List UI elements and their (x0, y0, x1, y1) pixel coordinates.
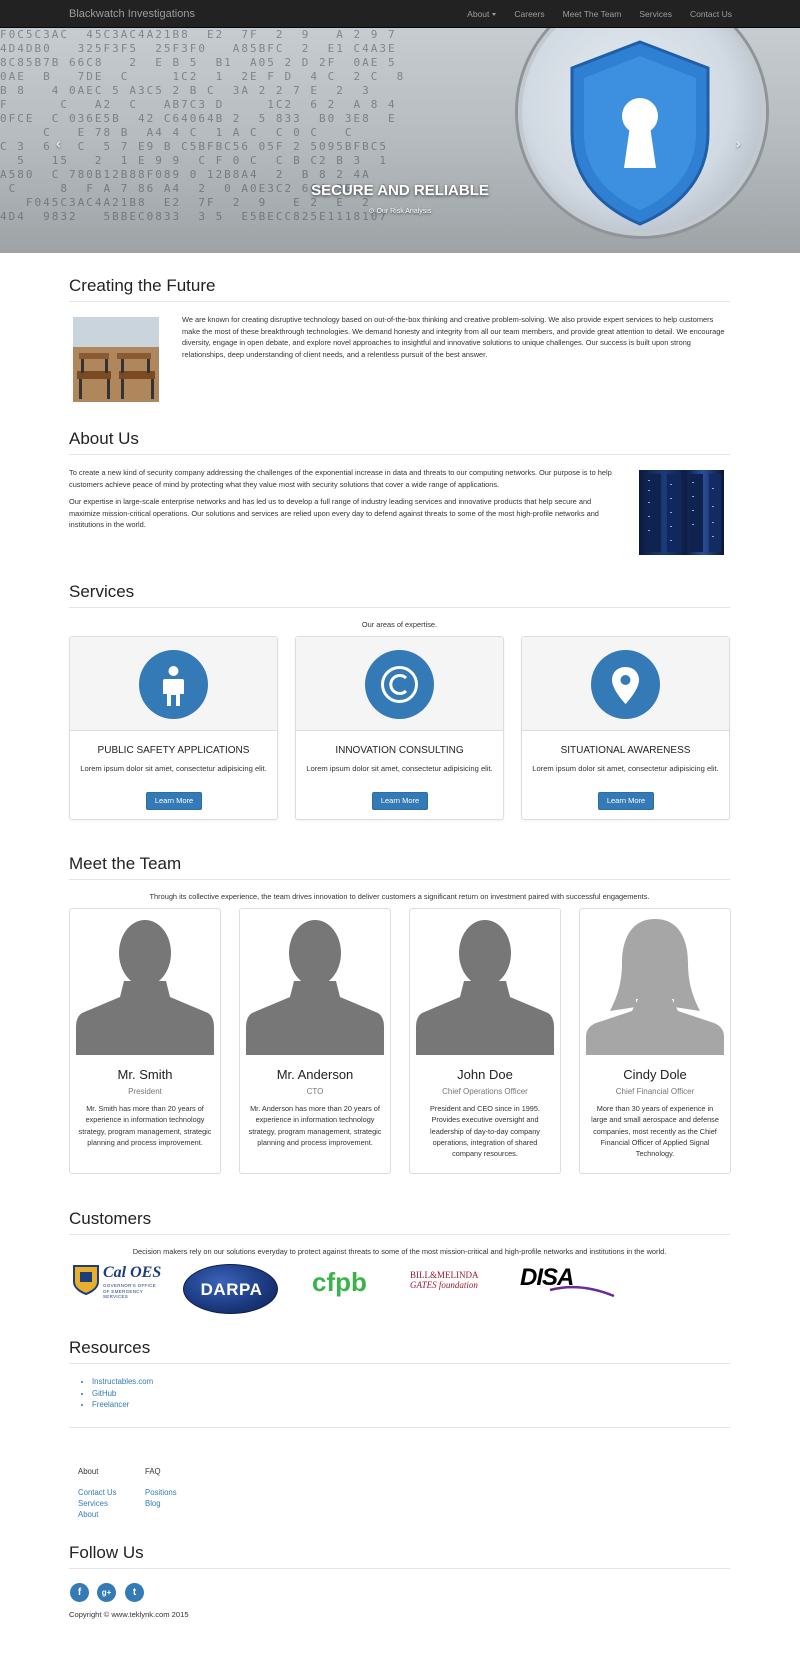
carousel-next-button[interactable]: › (736, 135, 741, 151)
customers-subtitle: Decision makers rely on our solutions ev… (132, 1247, 667, 1256)
resources-heading: Resources (69, 1338, 151, 1357)
service-title: SITUATIONAL AWARENESS (560, 745, 691, 756)
cfpb-logo: cfpb (312, 1267, 367, 1297)
team-member-bio: Mr. Smith has more than 20 years of expe… (78, 1104, 212, 1147)
team-member-card: John Doe Chief Operations Officer Presid… (409, 908, 561, 1174)
facebook-icon[interactable]: f (70, 1583, 89, 1602)
about-paragraph-1: To create a new kind of security company… (69, 468, 612, 489)
navbar: Blackwatch Investigations About Careers … (0, 0, 800, 28)
footer-link-about[interactable]: About (78, 1509, 98, 1521)
service-card: INNOVATION CONSULTING Lorem ipsum dolor … (295, 636, 504, 820)
resource-link[interactable]: GitHub (92, 1388, 153, 1400)
footer-link-services[interactable]: Services (78, 1498, 108, 1510)
male-avatar-icon (246, 920, 384, 1055)
service-title: INNOVATION CONSULTING (335, 745, 464, 756)
team-member-role: President (128, 1087, 162, 1096)
future-heading: Creating the Future (69, 276, 216, 295)
server-room-image (639, 470, 724, 555)
services-heading: Services (69, 582, 135, 601)
cal-oes-logo: Cal OES GOVERNOR'S OFFICE OF EMERGENCY S… (72, 1264, 166, 1299)
google-plus-icon[interactable]: g+ (97, 1583, 116, 1602)
team-member-role: CTO (306, 1087, 324, 1096)
service-card: SITUATIONAL AWARENESS Lorem ipsum dolor … (521, 636, 730, 820)
team-member-card: Cindy Dole Chief Financial Officer More … (579, 908, 731, 1174)
footer-link-blog[interactable]: Blog (145, 1498, 161, 1510)
learn-more-button[interactable]: Learn More (372, 792, 428, 810)
map-marker-icon (591, 650, 660, 719)
hero-carousel: F0C5C3AC 45C3AC4A21B8 E2 7F 2 9 A 2 9 7 … (0, 28, 800, 253)
team-member-bio: Mr. Anderson has more than 20 years of e… (248, 1104, 382, 1147)
caret-down-icon (492, 13, 497, 17)
service-text: Lorem ipsum dolor sit amet, consectetur … (80, 764, 267, 773)
nav-about-dropdown[interactable]: About (467, 9, 497, 19)
divider (69, 1427, 730, 1428)
female-avatar-icon (586, 919, 724, 1055)
team-member-bio: More than 30 years of experience in larg… (591, 1104, 719, 1159)
team-heading: Meet the Team (69, 854, 182, 873)
footer-link-contact-us[interactable]: Contact Us (78, 1487, 117, 1499)
team-member-name: Cindy Dole (623, 1067, 687, 1082)
darpa-logo: DARPA (183, 1264, 278, 1314)
service-card: PUBLIC SAFETY APPLICATIONS Lorem ipsum d… (69, 636, 278, 820)
team-member-name: John Doe (457, 1067, 513, 1082)
divider (69, 1234, 730, 1235)
learn-more-button[interactable]: Learn More (598, 792, 654, 810)
team-member-role: Chief Operations Officer (442, 1087, 528, 1096)
resource-link[interactable]: Instructables.com (92, 1376, 153, 1388)
team-member-card: Mr. Anderson CTO Mr. Anderson has more t… (239, 908, 391, 1174)
team-member-role: Chief Financial Officer (615, 1087, 695, 1096)
nav-menu: About Careers Meet The Team Services Con… (449, 9, 732, 19)
nav-meet-the-team[interactable]: Meet The Team (563, 9, 622, 19)
footer-link-positions[interactable]: Positions (145, 1487, 177, 1499)
future-text: We are known for creating disruptive tec… (182, 315, 725, 359)
gates-foundation-logo: BILL&MELINDA GATES foundation (410, 1270, 479, 1290)
hero-subcaption: ⊙ Our Risk Analysis (368, 208, 432, 215)
learn-more-button[interactable]: Learn More (146, 792, 202, 810)
divider (69, 454, 730, 455)
footer-faq-heading: FAQ (145, 1467, 161, 1476)
shield-lock-icon (568, 38, 713, 230)
service-title: PUBLIC SAFETY APPLICATIONS (97, 745, 250, 756)
team-member-card: Mr. Smith President Mr. Smith has more t… (69, 908, 221, 1174)
team-member-name: Mr. Smith (117, 1067, 173, 1082)
resource-link[interactable]: Freelancer (92, 1399, 153, 1411)
nav-careers[interactable]: Careers (514, 9, 544, 19)
team-member-bio: President and CEO since in 1995. Provide… (430, 1104, 540, 1159)
divider (69, 1568, 730, 1569)
twitter-icon[interactable]: t (125, 1583, 144, 1602)
male-avatar-icon (76, 920, 214, 1055)
footer-about-heading: About (78, 1467, 99, 1476)
nav-contact-us[interactable]: Contact Us (690, 9, 732, 19)
copyright-icon (365, 650, 434, 719)
follow-heading: Follow Us (69, 1543, 144, 1562)
about-heading: About Us (69, 429, 139, 448)
customers-heading: Customers (69, 1209, 152, 1228)
copyright-text: Copyright © www.teklynk.com 2015 (69, 1610, 189, 1619)
team-subtitle: Through its collective experience, the t… (149, 892, 650, 901)
about-paragraph-2: Our expertise in large-scale enterprise … (69, 497, 599, 529)
divider (69, 607, 730, 608)
divider (69, 879, 730, 880)
disa-logo: DISA (520, 1264, 616, 1300)
service-text: Lorem ipsum dolor sit amet, consectetur … (532, 764, 719, 773)
divider (69, 1363, 730, 1364)
service-text: Lorem ipsum dolor sit amet, consectetur … (306, 764, 493, 773)
male-avatar-icon (416, 920, 554, 1055)
nav-services[interactable]: Services (639, 9, 672, 19)
classroom-image (73, 317, 159, 402)
services-subtitle: Our areas of expertise. (361, 620, 438, 629)
carousel-prev-button[interactable]: ‹ (56, 135, 61, 151)
team-member-name: Mr. Anderson (276, 1067, 354, 1082)
brand-link[interactable]: Blackwatch Investigations (69, 8, 195, 20)
resources-list: Instructables.com GitHub Freelancer (82, 1376, 153, 1411)
divider (69, 301, 730, 302)
person-icon (139, 650, 208, 719)
hero-caption: SECURE AND RELIABLE (311, 182, 489, 199)
